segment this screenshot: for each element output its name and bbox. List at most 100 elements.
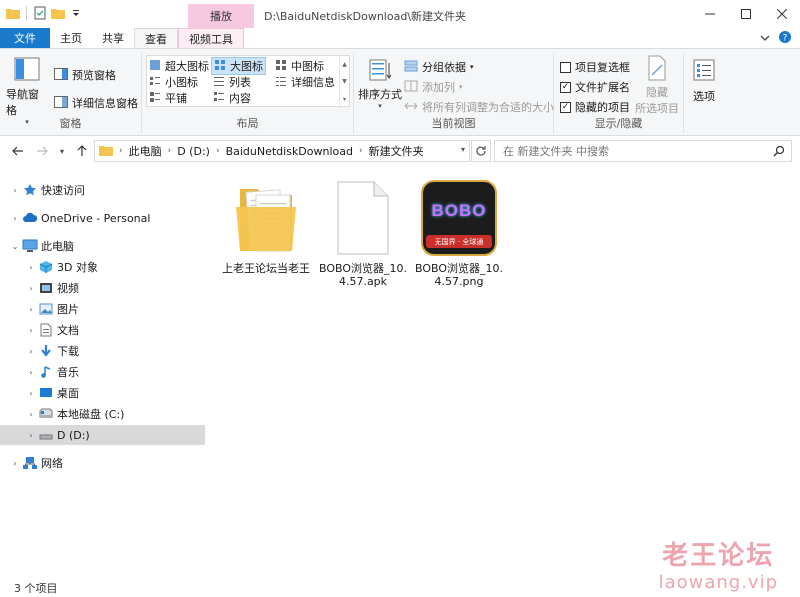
nav-label: OneDrive - Personal: [41, 211, 151, 225]
layout-list[interactable]: 列表: [213, 74, 251, 90]
search-box[interactable]: 在 新建文件夹 中搜索: [494, 140, 792, 162]
scroll-up-icon[interactable]: ▲: [342, 61, 347, 68]
nav-item-3d-objects[interactable]: › 3D 对象: [0, 257, 205, 277]
ribbon-tabs: 文件 主页 共享 查看 视频工具 ?: [0, 28, 800, 48]
tab-home[interactable]: 主页: [50, 28, 92, 48]
file-item-png[interactable]: BOBO 无国界 · 全球通 BOBO浏览器_10.4.57.png: [414, 178, 504, 288]
nav-item-documents[interactable]: › 文档: [0, 320, 205, 340]
refresh-button[interactable]: [471, 140, 491, 162]
breadcrumb-baidu[interactable]: BaiduNetdiskDownload: [226, 145, 353, 158]
help-icon[interactable]: ?: [778, 30, 792, 47]
fit-columns-button[interactable]: 将所有列调整为合适的大小: [404, 99, 554, 115]
breadcrumb-new-folder[interactable]: 新建文件夹: [369, 143, 424, 159]
tab-video-tools[interactable]: 视频工具: [178, 28, 244, 48]
expand-chevron-icon[interactable]: ›: [10, 214, 20, 223]
back-button[interactable]: [10, 143, 26, 159]
item-checkboxes-toggle[interactable]: 项目复选框: [560, 59, 630, 75]
preview-pane-button[interactable]: 预览窗格: [54, 67, 116, 83]
add-column-button[interactable]: 添加列 ▾: [404, 79, 463, 95]
nav-item-this-pc[interactable]: ⌄ 此电脑: [0, 236, 205, 256]
group-panes: 导航窗格 ▾ 预览窗格 详细信息窗格 窗格: [0, 53, 142, 133]
breadcrumb-drive-d[interactable]: D (D:): [177, 145, 210, 158]
layout-extra-large-icons[interactable]: 超大图标: [149, 58, 209, 74]
nav-item-onedrive[interactable]: › OneDrive - Personal: [0, 208, 205, 228]
sort-by-button[interactable]: 排序方式 ▾: [358, 57, 402, 110]
address-history-chevron-icon[interactable]: ▾: [461, 145, 465, 154]
expand-chevron-icon[interactable]: ›: [26, 263, 36, 272]
checkbox-checked-icon[interactable]: ✓: [560, 81, 571, 93]
new-folder-icon[interactable]: [51, 6, 65, 20]
expand-chevron-icon[interactable]: ⌄: [10, 242, 20, 251]
checkbox-unchecked-icon[interactable]: [560, 61, 571, 73]
expand-chevron-icon[interactable]: ›: [10, 459, 20, 468]
nav-item-drive-c[interactable]: › 本地磁盘 (C:): [0, 404, 205, 424]
nav-item-drive-d[interactable]: › D (D:): [0, 425, 205, 445]
nav-item-network[interactable]: › 网络: [0, 453, 205, 473]
layout-large-icons[interactable]: 大图标: [211, 57, 266, 75]
separator: [26, 6, 27, 20]
file-item-folder[interactable]: 上老王论坛当老王: [221, 178, 311, 275]
forward-button[interactable]: [34, 143, 50, 159]
hide-selected-button[interactable]: 隐藏 所选项目: [632, 55, 682, 116]
close-button[interactable]: [764, 0, 800, 28]
layout-tiles[interactable]: 平铺: [149, 90, 187, 106]
checkbox-checked-icon[interactable]: ✓: [560, 101, 571, 113]
maximize-button[interactable]: [728, 0, 764, 28]
fit-columns-icon: [404, 100, 418, 115]
folder-icon[interactable]: [6, 6, 20, 20]
minimize-button[interactable]: [692, 0, 728, 28]
expand-gallery-icon[interactable]: ▾: [343, 96, 346, 103]
nav-pane-label: 导航窗格: [6, 88, 39, 117]
download-icon: [38, 343, 54, 359]
recent-locations-dropdown[interactable]: ▾: [54, 143, 70, 159]
nav-item-downloads[interactable]: › 下载: [0, 341, 205, 361]
tab-view[interactable]: 查看: [134, 28, 178, 48]
customize-dropdown-icon[interactable]: [69, 6, 83, 20]
quick-access-toolbar: [6, 6, 83, 20]
file-item-apk[interactable]: BOBO浏览器_10.4.57.apk: [318, 178, 408, 288]
hidden-items-toggle[interactable]: ✓ 隐藏的项目: [560, 99, 630, 115]
nav-item-quick-access[interactable]: › 快速访问: [0, 180, 205, 200]
address-bar[interactable]: › 此电脑 › D (D:) › BaiduNetdiskDownload › …: [94, 140, 470, 162]
layout-small-icons[interactable]: 小图标: [149, 74, 198, 90]
layout-medium-icons[interactable]: 中图标: [275, 58, 324, 74]
nav-item-desktop[interactable]: › 桌面: [0, 383, 205, 403]
file-extensions-label: 文件扩展名: [575, 81, 630, 94]
expand-chevron-icon[interactable]: ›: [26, 368, 36, 377]
expand-chevron-icon[interactable]: ›: [26, 326, 36, 335]
expand-chevron-icon[interactable]: ›: [26, 410, 36, 419]
breadcrumb-separator-icon[interactable]: ›: [359, 146, 363, 156]
properties-icon[interactable]: [33, 6, 47, 20]
nav-item-videos[interactable]: › 视频: [0, 278, 205, 298]
details-pane-button[interactable]: 详细信息窗格: [54, 95, 138, 111]
expand-chevron-icon[interactable]: ›: [26, 305, 36, 314]
layout-details[interactable]: 详细信息: [275, 74, 335, 90]
expand-chevron-icon[interactable]: ›: [10, 186, 20, 195]
tab-share[interactable]: 共享: [92, 28, 134, 48]
scroll-down-icon[interactable]: ▼: [342, 78, 347, 85]
file-extensions-toggle[interactable]: ✓ 文件扩展名: [560, 79, 630, 95]
hide-selected-icon: [646, 55, 668, 84]
tab-file[interactable]: 文件: [0, 28, 50, 48]
layout-gallery-scroller[interactable]: ▲ ▼ ▾: [339, 56, 349, 108]
group-layout-label: 布局: [236, 117, 259, 130]
layout-content[interactable]: 内容: [213, 90, 251, 106]
sort-by-label: 排序方式: [358, 88, 402, 101]
nav-item-pictures[interactable]: › 图片: [0, 299, 205, 319]
breadcrumb-separator-icon[interactable]: ›: [216, 146, 220, 156]
add-column-icon: [404, 80, 418, 95]
dropdown-caret-icon: ▾: [470, 63, 474, 71]
expand-chevron-icon[interactable]: ›: [26, 389, 36, 398]
breadcrumb-this-pc[interactable]: 此电脑: [129, 143, 162, 159]
breadcrumb-separator-icon[interactable]: ›: [168, 146, 172, 156]
search-icon[interactable]: [773, 145, 785, 160]
options-button[interactable]: 选项: [686, 57, 722, 104]
expand-chevron-icon[interactable]: ›: [26, 347, 36, 356]
nav-item-music[interactable]: › 音乐: [0, 362, 205, 382]
group-by-button[interactable]: 分组依据 ▾: [404, 59, 474, 75]
chevron-down-icon[interactable]: [760, 32, 770, 45]
expand-chevron-icon[interactable]: ›: [26, 284, 36, 293]
up-button[interactable]: [74, 143, 90, 159]
breadcrumb-separator-icon[interactable]: ›: [119, 146, 123, 156]
expand-chevron-icon[interactable]: ›: [26, 431, 36, 440]
